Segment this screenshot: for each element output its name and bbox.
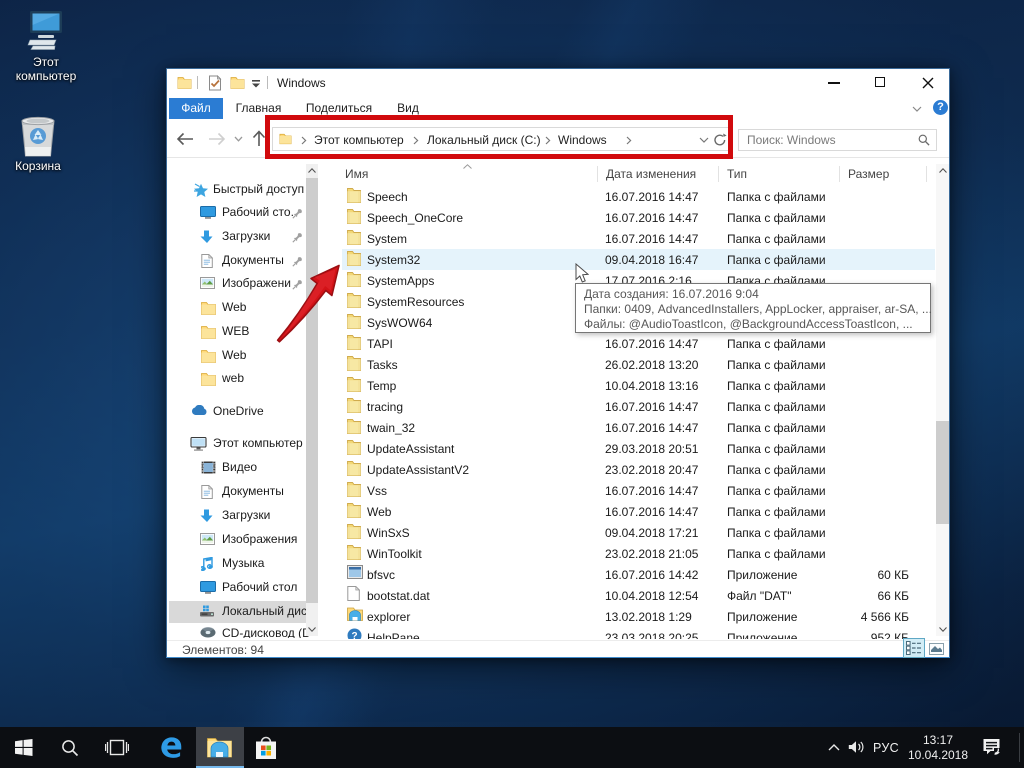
svg-text:?: ? (351, 631, 357, 639)
